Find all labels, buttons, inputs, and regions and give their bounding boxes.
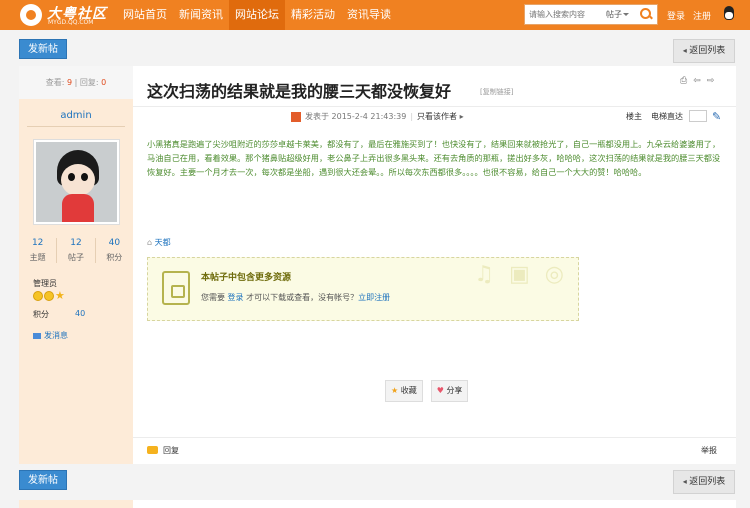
logo-badge-icon: [20, 4, 42, 26]
points-value: 40: [75, 309, 86, 318]
only-author-link[interactable]: 只看该作者: [417, 111, 464, 122]
nav-news[interactable]: 新闻资讯: [173, 0, 229, 30]
attachment-login-link[interactable]: 登录: [228, 293, 244, 302]
post-body: 小黑猪真是跑遍了尖沙咀附近的莎莎卓越卡莱美，都没有了，最后在雅施买到了！也快没有…: [147, 139, 721, 177]
points-count[interactable]: 40 积分: [96, 238, 133, 263]
auth-links: 登录 注册: [667, 9, 711, 22]
favorite-button[interactable]: 收藏: [385, 380, 423, 402]
count-value: 12: [70, 238, 82, 248]
divider: [133, 437, 736, 438]
search-icon[interactable]: [640, 8, 652, 20]
media-decoration-icon: ♫ ▣ ◎: [474, 262, 568, 287]
post-content-area: 这次扫荡的结果就是我的腰三天都没恢复好 [复制链接] ⎙ ⇦ ⇨ 发表于 201…: [133, 66, 736, 464]
attachment-prefix: 您需要: [201, 293, 225, 302]
register-link[interactable]: 注册: [693, 9, 711, 22]
count-value: 12: [31, 238, 44, 248]
locked-document-icon: [162, 271, 190, 305]
post-stats: 查看: 9 | 回复: 0: [19, 66, 133, 99]
new-post-button-top[interactable]: 发新帖: [19, 39, 67, 59]
avatar-image: [36, 142, 117, 222]
next-icon[interactable]: ⇨: [707, 76, 715, 86]
previous-icon[interactable]: ⇦: [693, 76, 701, 86]
sun-icon: [44, 291, 54, 301]
count-label: 积分: [106, 253, 123, 262]
replies-count: 0: [101, 78, 107, 87]
reply-button[interactable]: 回复: [147, 445, 179, 456]
nav-events[interactable]: 精彩活动: [285, 0, 341, 30]
count-label: 主题: [29, 253, 46, 262]
author-name[interactable]: admin: [19, 110, 133, 121]
sun-icon: [33, 291, 43, 301]
topics-count[interactable]: 12 主题: [19, 238, 58, 263]
attachment-register-link[interactable]: 立即注册: [358, 293, 390, 302]
search-box: 帖子: [524, 4, 658, 25]
count-label: 帖子: [67, 253, 84, 262]
back-to-list-button-bottom[interactable]: 返回列表: [673, 470, 735, 494]
send-message-link[interactable]: 发消息: [33, 330, 68, 341]
login-link[interactable]: 登录: [667, 9, 685, 22]
page-title: 这次扫荡的结果就是我的腰三天都没恢复好: [147, 82, 452, 101]
rank-icons: ★: [33, 289, 65, 302]
attachment-notice: 本帖子中包含更多资源 您需要 登录 才可以下载或查看，没有帐号？立即注册 ♫ ▣…: [147, 257, 579, 321]
nav-home[interactable]: 网站首页: [117, 0, 173, 30]
back-to-list-button-top[interactable]: 返回列表: [673, 39, 735, 63]
jump-label: 电梯直达: [651, 112, 683, 121]
logo-subtitle: MYGD.QQ.COM: [48, 19, 94, 26]
divider: [27, 126, 125, 127]
replies-label: 回复:: [79, 78, 99, 87]
next-post-content-area: [133, 500, 736, 508]
avatar-eye: [68, 173, 75, 181]
next-author-sidebar: [19, 500, 133, 508]
stats-separator: |: [74, 78, 78, 87]
post-actions: 收藏 分享: [385, 380, 469, 402]
search-scope-dropdown[interactable]: 帖子: [606, 9, 629, 20]
report-link[interactable]: 举报: [701, 445, 717, 456]
share-button[interactable]: 分享: [430, 380, 469, 402]
star-icon: ★: [55, 289, 65, 302]
avatar-eye: [81, 173, 88, 181]
main-nav: 网站首页 新闻资讯 网站论坛 精彩活动 资讯导读: [117, 0, 397, 30]
search-input[interactable]: [529, 7, 599, 22]
post-tag[interactable]: 天都: [147, 237, 171, 248]
attachment-middle: 才可以下载或查看，没有帐号？: [246, 293, 359, 302]
attachment-message: 您需要 登录 才可以下载或查看，没有帐号？立即注册: [201, 292, 390, 303]
points-label: 积分: [33, 310, 49, 319]
author-sidebar: 查看: 9 | 回复: 0 admin 12 主题 12 帖子 40 积分 管理…: [19, 66, 133, 464]
post-tools: ⎙ ⇦ ⇨: [680, 76, 714, 86]
post-time: 发表于 2015-2-4 21:43:39: [305, 112, 407, 121]
avatar-body: [62, 194, 94, 222]
avatar[interactable]: [33, 139, 120, 225]
posts-count[interactable]: 12 帖子: [57, 238, 96, 263]
top-navigation-bar: 大粤社区 MYGD.QQ.COM 网站首页 新闻资讯 网站论坛 精彩活动 资讯导…: [0, 0, 750, 30]
wrench-icon[interactable]: ✎: [712, 110, 721, 123]
post-icon: [291, 111, 301, 122]
meta-separator: |: [410, 112, 414, 121]
nav-forum[interactable]: 网站论坛: [229, 0, 285, 30]
attachment-heading: 本帖子中包含更多资源: [201, 273, 292, 283]
views-label: 查看:: [45, 78, 65, 87]
count-value: 40: [108, 238, 121, 248]
floor-label: 楼主: [626, 112, 642, 121]
copy-link[interactable]: [复制链接]: [480, 87, 513, 97]
views-count: 9: [67, 78, 73, 87]
site-logo[interactable]: 大粤社区 MYGD.QQ.COM: [20, 3, 112, 27]
floor-jump-input[interactable]: [689, 110, 707, 122]
divider: [133, 106, 736, 107]
nav-guide[interactable]: 资讯导读: [341, 0, 397, 30]
author-points: 积分 40: [33, 309, 85, 320]
qq-login-icon[interactable]: [721, 6, 737, 24]
new-post-button-bottom[interactable]: 发新帖: [19, 470, 67, 490]
author-role[interactable]: 管理员: [33, 278, 57, 289]
post-meta: 发表于 2015-2-4 21:43:39 | 只看该作者: [291, 111, 464, 122]
print-icon[interactable]: ⎙: [680, 76, 687, 86]
avatar-face: [61, 164, 95, 196]
author-counts: 12 主题 12 帖子 40 积分: [19, 238, 133, 263]
